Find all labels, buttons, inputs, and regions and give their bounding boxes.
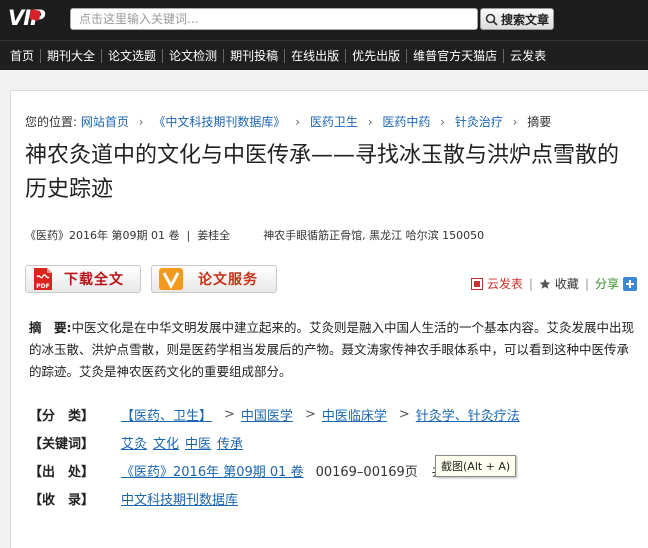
breadcrumb-home[interactable]: 网站首页: [81, 115, 129, 129]
keyword-link[interactable]: 艾灸: [121, 433, 147, 452]
nav-item-cloud-publish[interactable]: 云发表: [504, 47, 552, 64]
search-button-label: 搜索文章: [500, 12, 549, 27]
category-link-chinese-medicine[interactable]: 中国医学: [241, 405, 293, 424]
nav-item-online-publish[interactable]: 在线出版: [285, 47, 345, 64]
breadcrumb-label: 您的位置:: [25, 115, 78, 129]
collection-link[interactable]: 中文科技期刊数据库: [121, 489, 238, 508]
paper-service-label: 论文服务: [198, 272, 258, 288]
breadcrumb-current: 摘要: [527, 115, 552, 129]
v-logo-icon: [158, 267, 184, 291]
search-button[interactable]: 搜索文章: [480, 8, 554, 30]
share-divider: |: [528, 276, 533, 291]
share-divider: |: [584, 276, 589, 291]
keyword-link[interactable]: 文化: [153, 433, 179, 452]
share-toolbar: 云发表 | 收藏 | 分享: [470, 275, 641, 292]
category-label: 【分 类】: [29, 409, 95, 424]
main-nav: 首页 期刊大全 论文选题 论文检测 期刊投稿 在线出版 优先出版 维普官方天猫店…: [0, 40, 648, 70]
category-arrow: >: [224, 407, 235, 422]
category-link-acupuncture[interactable]: 针灸学、针灸疗法: [416, 405, 520, 424]
collection-row: 【收 录】 中文科技期刊数据库: [29, 489, 244, 508]
category-arrow: >: [304, 407, 316, 422]
breadcrumb: 您的位置: 网站首页 › 《中文科技期刊数据库》 › 医药卫生 › 医药中药 ›…: [25, 113, 551, 130]
abstract-label: 摘 要:: [29, 320, 72, 335]
breadcrumb-separator: ›: [512, 115, 518, 129]
nav-item-priority-publish[interactable]: 优先出版: [346, 47, 406, 64]
breadcrumb-medicine[interactable]: 医药卫生: [310, 115, 358, 129]
breadcrumb-chinese-medicine[interactable]: 医药中药: [382, 115, 430, 129]
author-affiliation: 神农手眼循筋正骨馆, 黑龙江 哈尔滨 150050: [263, 229, 485, 242]
cloud-publish-icon: [470, 277, 483, 290]
author-name: 姜桂全: [197, 229, 231, 242]
breadcrumb-separator: ›: [138, 115, 144, 129]
abstract-text: 中医文化是在中华文明发展中建立起来的。艾灸则是融入中国人生活的一个基本内容。艾灸…: [29, 320, 635, 379]
category-arrow: >: [398, 407, 410, 422]
top-header: VIP 搜索文章: [0, 0, 648, 40]
nav-item-home[interactable]: 首页: [4, 47, 40, 64]
nav-item-topics[interactable]: 论文选题: [102, 47, 162, 64]
download-fulltext-button[interactable]: PDF 下载全文: [25, 265, 141, 293]
keyword-link[interactable]: 中医: [185, 433, 211, 452]
pdf-icon: PDF: [32, 267, 54, 291]
nav-item-tmall-store[interactable]: 维普官方天猫店: [407, 47, 503, 64]
search-input[interactable]: [71, 9, 477, 29]
keyword-link[interactable]: 传承: [217, 433, 243, 452]
keywords-row: 【关键词】 艾灸 文化 中医 传承: [29, 433, 249, 452]
plus-icon[interactable]: [623, 276, 637, 291]
article-title: 神农灸道中的文化与中医传承——寻找冰玉散与洪炉点雪散的历史踪迹: [25, 143, 620, 202]
nav-item-journals[interactable]: 期刊大全: [41, 47, 101, 64]
source-row: 【出 处】 《医药》2016年 第09期 01 卷 00169–00169页 共…: [29, 461, 466, 480]
share-link[interactable]: 分享: [595, 275, 619, 292]
paper-service-button[interactable]: 论文服务: [151, 265, 277, 293]
site-logo[interactable]: VIP: [8, 5, 64, 33]
category-row: 【分 类】 【医药、卫生】 > 中国医学 > 中医临床学 > 针灸学、针灸疗法: [29, 405, 526, 424]
screenshot-tooltip: 截图(Alt + A): [435, 455, 517, 477]
breadcrumb-separator: ›: [367, 115, 373, 129]
breadcrumb-database[interactable]: 《中文科技期刊数据库》: [153, 115, 285, 129]
article-meta: 《医药》2016年 第09期 01 卷 | 姜桂全 神农手眼循筋正骨馆, 黑龙江…: [25, 227, 484, 243]
favorite-link[interactable]: 收藏: [555, 275, 579, 292]
search-box: [70, 8, 478, 30]
breadcrumb-separator: ›: [295, 115, 301, 129]
source-pages: 00169–00169页: [315, 465, 418, 480]
article-panel: 您的位置: 网站首页 › 《中文科技期刊数据库》 › 医药卫生 › 医药中药 ›…: [10, 90, 648, 548]
journal-issue: 2016年 第09期 01 卷: [69, 229, 180, 242]
download-fulltext-label: 下载全文: [64, 272, 124, 288]
category-link-clinical[interactable]: 中医临床学: [322, 405, 387, 424]
nav-item-check[interactable]: 论文检测: [163, 47, 223, 64]
nav-item-submit[interactable]: 期刊投稿: [224, 47, 284, 64]
collection-label: 【收 录】: [29, 493, 95, 508]
search-icon: [485, 13, 498, 26]
journal-name: 《医药》: [25, 229, 69, 242]
keywords-label: 【关键词】: [29, 437, 95, 452]
star-icon: [539, 278, 551, 290]
source-link[interactable]: 《医药》2016年 第09期 01 卷: [121, 461, 304, 480]
source-label: 【出 处】: [29, 465, 95, 480]
abstract: 摘 要:中医文化是在中华文明发展中建立起来的。艾灸则是融入中国人生活的一个基本内…: [29, 317, 637, 383]
cloud-publish-link[interactable]: 云发表: [487, 275, 523, 292]
logo-mark: [29, 9, 41, 21]
svg-text:PDF: PDF: [36, 283, 49, 290]
breadcrumb-acupuncture[interactable]: 针灸治疗: [455, 115, 503, 129]
breadcrumb-separator: ›: [440, 115, 445, 129]
category-link-medicine[interactable]: 【医药、卫生】: [121, 405, 212, 424]
meta-separator: |: [182, 229, 194, 242]
